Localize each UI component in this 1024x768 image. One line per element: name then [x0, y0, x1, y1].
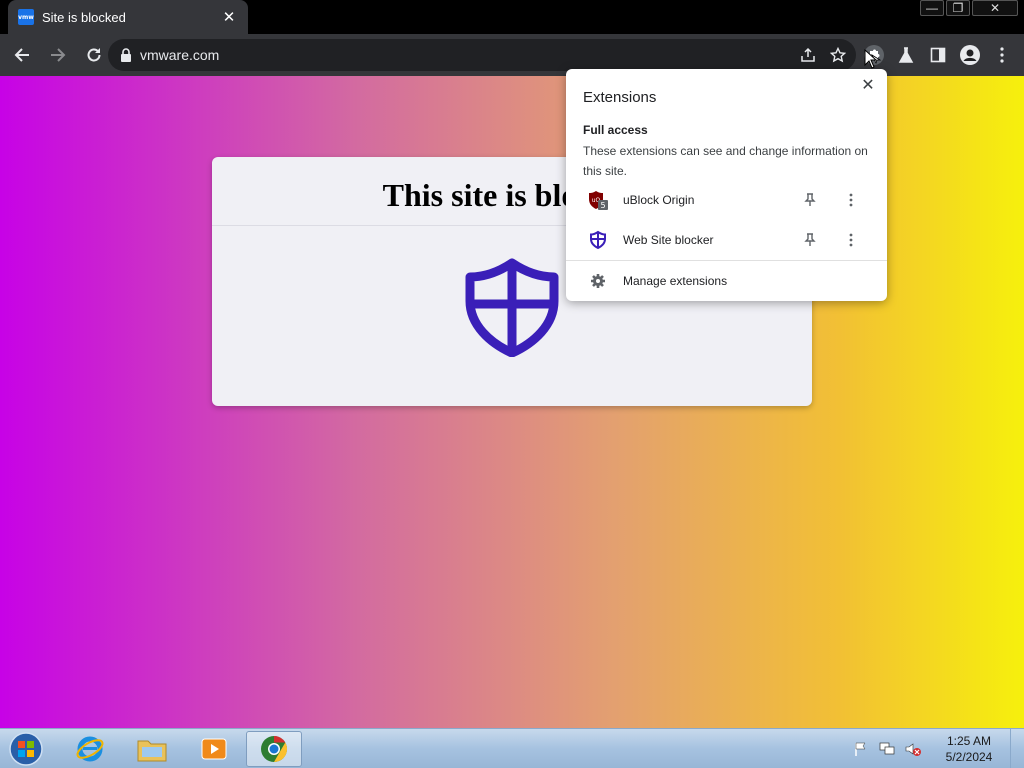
- share-icon[interactable]: [800, 47, 816, 63]
- taskbar: 1:25 AM 5/2/2024: [0, 728, 1024, 768]
- network-icon[interactable]: [876, 738, 898, 760]
- window-controls: — ❐ ✕: [920, 0, 1018, 16]
- more-vert-icon[interactable]: [844, 232, 858, 248]
- show-desktop-button[interactable]: [1010, 729, 1024, 768]
- more-vert-icon[interactable]: [844, 192, 858, 208]
- ublock-icon: uO 5: [589, 191, 608, 210]
- bookmark-star-icon[interactable]: [830, 47, 846, 63]
- volume-muted-icon[interactable]: [902, 738, 924, 760]
- pin-icon[interactable]: [803, 193, 817, 207]
- taskbar-app-chrome[interactable]: [246, 731, 302, 767]
- system-tray: 1:25 AM 5/2/2024: [850, 729, 1024, 768]
- side-panel-button[interactable]: [922, 39, 954, 71]
- tab-close-icon[interactable]: ✕: [220, 8, 238, 26]
- window-close-button[interactable]: ✕: [972, 0, 1018, 16]
- start-button-icon[interactable]: [6, 731, 46, 767]
- extension-name: uBlock Origin: [623, 193, 695, 207]
- taskbar-app-ie[interactable]: [62, 731, 118, 767]
- restore-button[interactable]: ❐: [946, 0, 970, 16]
- extension-item-ublock[interactable]: uO 5 uBlock Origin: [566, 182, 887, 218]
- extension-item-web-site-blocker[interactable]: Web Site blocker: [566, 222, 887, 258]
- extension-name: Web Site blocker: [623, 233, 714, 247]
- extensions-popup: Extensions ✕ Full access These extension…: [566, 69, 887, 301]
- flask-icon: [898, 47, 914, 63]
- reload-button[interactable]: [78, 39, 110, 71]
- minimize-button[interactable]: —: [920, 0, 944, 16]
- taskbar-app-explorer[interactable]: [124, 731, 180, 767]
- lock-icon: [121, 48, 131, 62]
- media-player-icon: [201, 738, 227, 760]
- forward-button[interactable]: [42, 39, 74, 71]
- popup-title: Extensions: [583, 89, 657, 106]
- labs-button[interactable]: [890, 39, 922, 71]
- gear-icon: [591, 274, 605, 288]
- vmware-favicon-icon: vmw: [18, 9, 34, 25]
- mouse-cursor-icon: [864, 49, 878, 69]
- clock-date: 5/2/2024: [945, 750, 993, 764]
- browser-tab[interactable]: vmw Site is blocked ✕: [8, 0, 248, 34]
- side-panel-icon: [930, 47, 946, 63]
- popup-divider: [566, 260, 887, 261]
- url-text: vmware.com: [140, 47, 220, 63]
- tab-strip: vmw Site is blocked ✕ — ❐ ✕: [0, 0, 1024, 34]
- forward-arrow-icon: [51, 48, 66, 62]
- chrome-icon: [261, 735, 288, 763]
- file-explorer-icon: [137, 740, 167, 762]
- menu-button[interactable]: [986, 39, 1018, 71]
- shield-icon: [590, 230, 606, 250]
- pin-icon[interactable]: [803, 233, 817, 247]
- ublock-badge: 5: [600, 201, 605, 210]
- more-vert-icon: [1000, 47, 1004, 63]
- address-bar[interactable]: vmware.com: [108, 39, 856, 71]
- taskbar-clock[interactable]: 1:25 AM 5/2/2024: [934, 733, 1004, 765]
- tab-title: Site is blocked: [42, 9, 126, 25]
- full-access-heading: Full access: [583, 123, 648, 137]
- manage-extensions-label: Manage extensions: [623, 274, 728, 288]
- taskbar-app-media-player[interactable]: [186, 731, 242, 767]
- back-button[interactable]: [6, 39, 38, 71]
- manage-extensions-item[interactable]: Manage extensions: [566, 263, 887, 299]
- back-arrow-icon: [14, 48, 29, 62]
- avatar-icon: [960, 45, 980, 65]
- internet-explorer-icon: [76, 736, 104, 762]
- shield-icon: [465, 258, 559, 357]
- clock-time: 1:25 AM: [946, 734, 992, 748]
- popup-close-icon[interactable]: ✕: [859, 77, 877, 95]
- profile-button[interactable]: [954, 39, 986, 71]
- reload-icon: [87, 48, 101, 62]
- full-access-description: These extensions can see and change info…: [583, 144, 868, 178]
- omnibox-actions: [800, 39, 846, 71]
- toolbar-right: [858, 39, 1018, 71]
- action-center-flag-icon[interactable]: [850, 738, 872, 760]
